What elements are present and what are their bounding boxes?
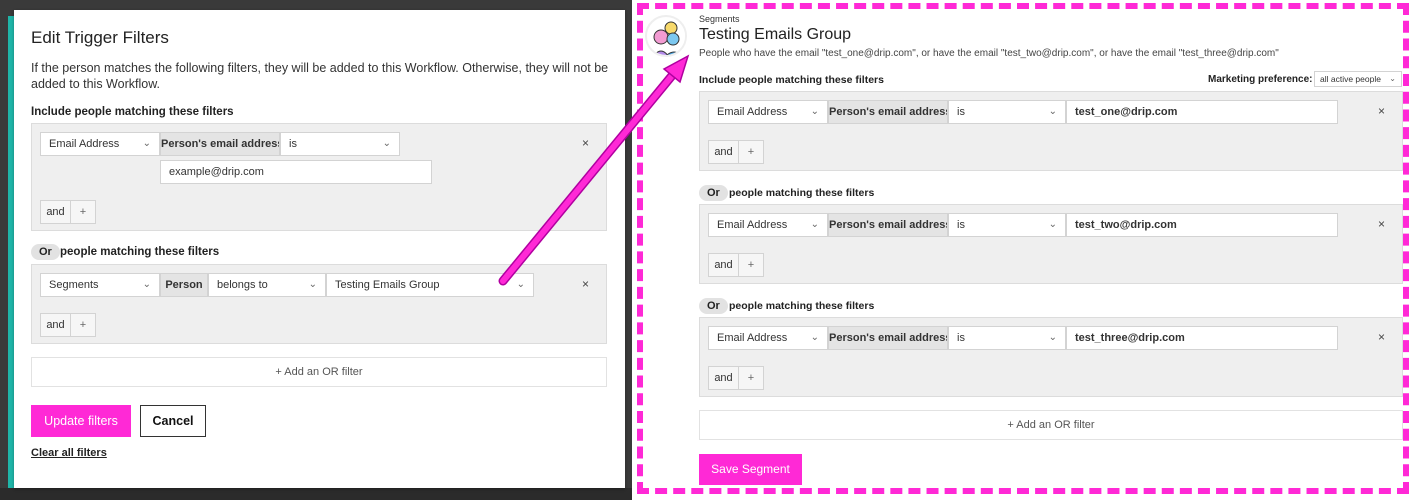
operator-select[interactable]: is ⌄ [948,326,1066,350]
filter-group-2: Segments ⌄ Person belongs to ⌄ Testing E… [31,264,607,344]
chevron-down-icon: ⌄ [1048,219,1057,230]
email-value-input[interactable]: test_two@drip.com [1066,213,1338,237]
edit-trigger-filters-modal: Edit Trigger Filters If the person match… [14,10,625,488]
operator-select[interactable]: is ⌄ [948,100,1066,124]
field-select[interactable]: Segments ⌄ [40,273,160,297]
operator-select[interactable]: belongs to ⌄ [208,273,326,297]
operator-select-value: is [957,106,965,118]
segment-select[interactable]: Testing Emails Group ⌄ [326,273,534,297]
add-condition-button[interactable]: + [739,141,763,163]
field-select-value: Email Address [49,138,120,150]
chevron-down-icon: ⌄ [1389,74,1396,83]
email-value-input[interactable]: example@drip.com [160,160,432,184]
email-value-input[interactable]: test_three@drip.com [1066,326,1338,350]
add-condition-button[interactable]: + [739,367,763,389]
background-window-strip [0,488,632,500]
and-button-group: and + [708,366,764,390]
and-button-group: and + [708,253,764,277]
field-select[interactable]: Email Address ⌄ [708,326,828,350]
chevron-down-icon: ⌄ [308,279,317,290]
chevron-down-icon: ⌄ [810,219,819,230]
or-badge: Or [699,298,728,314]
operator-select-value: belongs to [217,279,268,291]
operator-select[interactable]: is ⌄ [280,132,400,156]
field-select-value: Email Address [717,219,788,231]
field-select[interactable]: Email Address ⌄ [40,132,160,156]
modal-description: If the person matches the following filt… [31,61,609,91]
marketing-preference-select[interactable]: all active people ⌄ [1314,71,1402,87]
remove-filter-icon[interactable]: × [1378,217,1385,231]
chevron-down-icon: ⌄ [516,279,525,290]
email-value-input[interactable]: test_one@drip.com [1066,100,1338,124]
remove-filter-icon[interactable]: × [1378,104,1385,118]
or-badge: Or [699,185,728,201]
and-button-group: and + [40,313,96,337]
subject-label: Person's email address [160,132,280,156]
marketing-preference-label: Marketing preference: [1208,74,1313,85]
segment-filter-group-2: Email Address ⌄ Person's email address i… [699,204,1403,284]
field-select-value: Email Address [717,106,788,118]
add-condition-button[interactable]: + [71,201,95,223]
save-segment-button[interactable]: Save Segment [699,454,802,485]
chevron-down-icon: ⌄ [810,332,819,343]
and-button[interactable]: and [709,141,739,163]
filter-group-1: Email Address ⌄ Person's email address i… [31,123,607,231]
cancel-button[interactable]: Cancel [140,405,206,437]
and-button[interactable]: and [709,367,739,389]
field-select[interactable]: Email Address ⌄ [708,213,828,237]
include-label: Include people matching these filters [699,74,884,86]
add-condition-button[interactable]: + [71,314,95,336]
and-button-group: and + [708,140,764,164]
subject-label: Person's email address [828,213,948,237]
marketing-preference-value: all active people [1320,74,1381,84]
segment-filter-group-1: Email Address ⌄ Person's email address i… [699,91,1403,171]
include-label: Include people matching these filters [31,106,234,118]
segment-filter-group-3: Email Address ⌄ Person's email address i… [699,317,1403,397]
and-button[interactable]: and [41,201,71,223]
chevron-down-icon: ⌄ [142,279,151,290]
segment-description: People who have the email "test_one@drip… [699,48,1279,59]
add-or-filter-button[interactable]: + Add an OR filter [699,410,1403,440]
operator-select[interactable]: is ⌄ [948,213,1066,237]
operator-select-value: is [957,332,965,344]
chevron-down-icon: ⌄ [810,106,819,117]
chevron-down-icon: ⌄ [382,138,391,149]
remove-filter-icon[interactable]: × [582,136,589,150]
clear-all-filters-link[interactable]: Clear all filters [31,447,107,459]
remove-filter-icon[interactable]: × [582,277,589,291]
chevron-down-icon: ⌄ [1048,106,1057,117]
add-condition-button[interactable]: + [739,254,763,276]
segment-avatar [645,15,687,57]
or-label-text: people matching these filters [60,246,220,258]
operator-select-value: is [957,219,965,231]
and-button[interactable]: and [41,314,71,336]
field-select-value: Email Address [717,332,788,344]
field-select-value: Segments [49,279,99,291]
modal-title: Edit Trigger Filters [31,28,169,47]
field-select[interactable]: Email Address ⌄ [708,100,828,124]
subject-label: Person's email address [828,326,948,350]
and-button[interactable]: and [709,254,739,276]
breadcrumb[interactable]: Segments [699,14,740,24]
and-button-group: and + [40,200,96,224]
chevron-down-icon: ⌄ [1048,332,1057,343]
or-label-text: people matching these filters [729,300,875,312]
page-title: Testing Emails Group [699,26,852,43]
subject-label: Person's email address [828,100,948,124]
or-label-text: people matching these filters [729,187,875,199]
add-or-filter-button[interactable]: + Add an OR filter [31,357,607,387]
or-badge: Or [31,244,60,260]
segment-select-value: Testing Emails Group [335,279,440,291]
update-filters-button[interactable]: Update filters [31,405,131,437]
chevron-down-icon: ⌄ [142,138,151,149]
operator-select-value: is [289,138,297,150]
remove-filter-icon[interactable]: × [1378,330,1385,344]
subject-label: Person [160,273,208,297]
